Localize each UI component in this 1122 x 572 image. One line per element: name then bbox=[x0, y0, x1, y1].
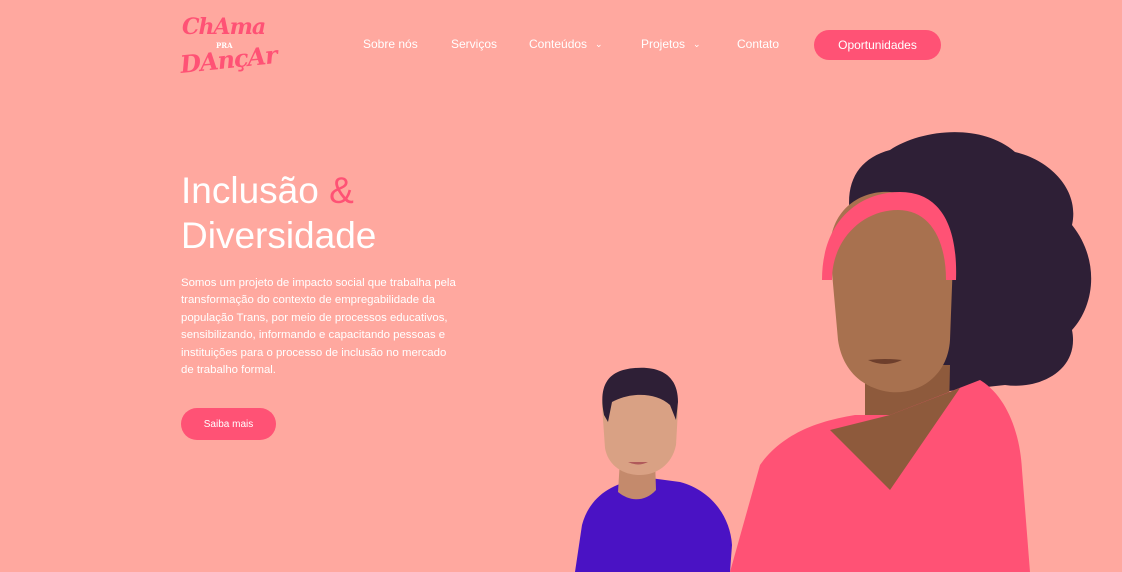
hero-description-line: instituições para o processo de inclusão… bbox=[181, 346, 447, 359]
logo-word-chama: ChAma bbox=[182, 14, 266, 40]
nav-item-label: Projetos bbox=[641, 37, 686, 51]
hero-description-line: de trabalho formal. bbox=[181, 364, 276, 377]
chevron-down-icon: ⌄ bbox=[595, 39, 603, 49]
nav-item-servicos[interactable]: Serviços bbox=[451, 37, 497, 51]
nav-item-label: Serviços bbox=[451, 37, 498, 51]
logo-word-dancar: DAnçAr bbox=[178, 40, 278, 79]
nav-item-label: Contato bbox=[737, 37, 780, 51]
nav-item-label: Conteúdos bbox=[529, 37, 588, 51]
hero-title-line2: Diversidade bbox=[181, 215, 377, 256]
nav-item-label: Sobre nós bbox=[363, 37, 418, 51]
hero-description-line: população Trans, por meio de processos e… bbox=[181, 311, 448, 324]
nav-item-sobre-nos[interactable]: Sobre nós bbox=[363, 37, 418, 51]
hero-description-line: sensibilizando, informando e capacitando… bbox=[181, 329, 446, 342]
hero-illustration bbox=[575, 132, 1092, 572]
oportunidades-button[interactable]: Oportunidades bbox=[814, 30, 941, 60]
saiba-mais-button[interactable]: Saiba mais bbox=[181, 408, 276, 440]
hero-description: Somos um projeto de impacto social que t… bbox=[181, 275, 511, 379]
hero-title: Inclusão & Diversidade bbox=[181, 168, 376, 258]
nav-item-conteudos[interactable]: Conteúdos ⌄ bbox=[529, 37, 603, 51]
nav-item-contato[interactable]: Contato bbox=[737, 37, 779, 51]
hero-description-line: Somos um projeto de impacto social que t… bbox=[181, 277, 456, 289]
hero-title-ampersand: & bbox=[329, 170, 354, 211]
hero-description-line: transformação do contexto de empregabili… bbox=[181, 294, 435, 307]
brand-logo[interactable]: ChAma PRA DAnçAr bbox=[179, 12, 278, 79]
nav-item-projetos[interactable]: Projetos ⌄ bbox=[641, 37, 701, 51]
chevron-down-icon: ⌄ bbox=[693, 39, 701, 49]
hero-title-word: Inclusão bbox=[181, 170, 319, 211]
